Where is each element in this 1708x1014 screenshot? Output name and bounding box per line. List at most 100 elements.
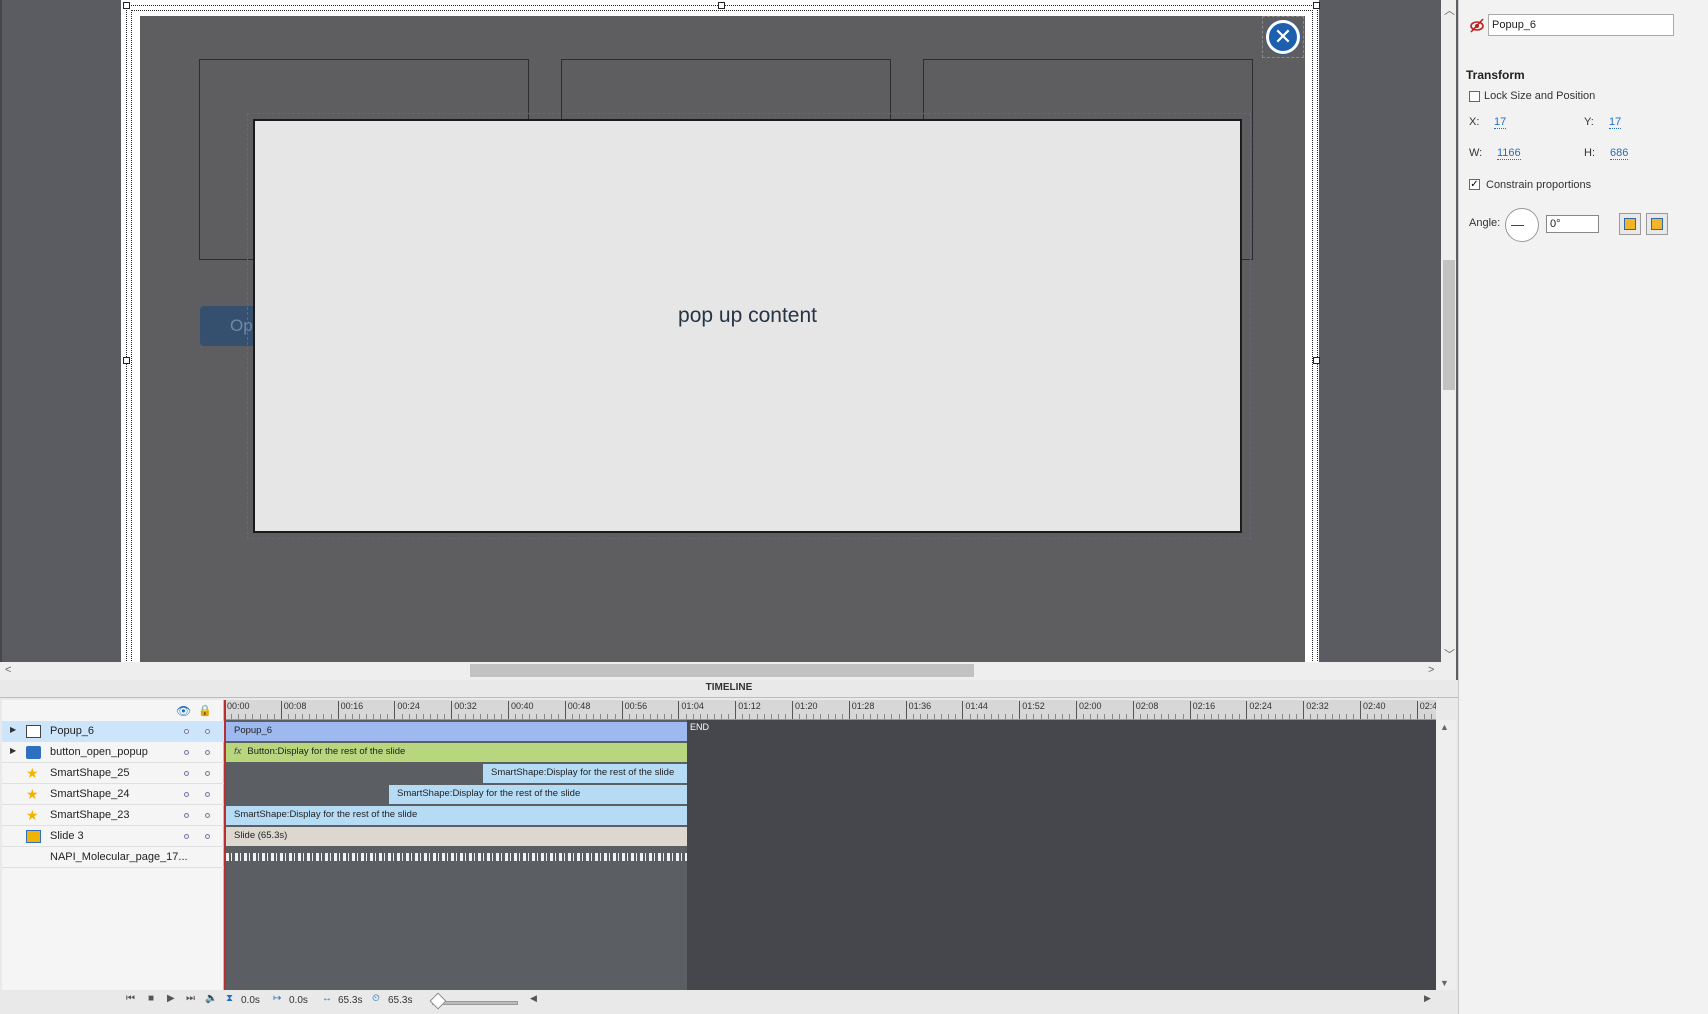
timeline-bar[interactable]: SmartShape:Display for the rest of the s…	[226, 806, 687, 825]
resize-handle-tr[interactable]	[1313, 2, 1320, 9]
angle-label: Angle:	[1469, 217, 1501, 229]
layer-row[interactable]: ▶ Popup_6	[2, 721, 224, 742]
layer-row[interactable]: ★ SmartShape_23	[2, 805, 224, 826]
ruler-minor-tick	[1431, 714, 1432, 719]
eye-icon[interactable]: 👁	[176, 704, 191, 718]
rewind-icon[interactable]: ⏮	[126, 993, 135, 1004]
w-value[interactable]: 1166	[1497, 147, 1521, 160]
ruler-minor-tick	[934, 714, 935, 719]
expand-arrow-icon[interactable]: ▶	[10, 746, 16, 755]
ruler-minor-tick	[983, 714, 985, 719]
stage-gutter	[0, 0, 2, 678]
current-time-value: 0.0s	[241, 995, 260, 1006]
y-value[interactable]: 17	[1609, 116, 1622, 129]
visibility-toggle[interactable]	[184, 834, 189, 839]
audio-icon[interactable]: 🔈	[205, 993, 217, 1004]
timeline-scroll-right-icon[interactable]: ▶	[1424, 993, 1431, 1004]
lock-toggle[interactable]	[205, 813, 210, 818]
star-icon: ★	[26, 765, 39, 781]
resize-handle-t[interactable]	[718, 2, 725, 9]
ruler-minor-tick	[948, 714, 950, 719]
audio-waveform[interactable]	[226, 853, 687, 861]
scroll-down-icon[interactable]: ﹀	[1444, 646, 1455, 662]
next-icon[interactable]: ⏭	[186, 993, 195, 1004]
layer-row[interactable]: Slide 3	[2, 826, 224, 847]
ruler-minor-tick	[721, 714, 722, 719]
ruler-minor-tick	[1054, 714, 1056, 719]
visibility-icon[interactable]	[1469, 17, 1485, 33]
timeline-vertical-scrollbar[interactable]	[1436, 720, 1456, 990]
visibility-toggle[interactable]	[184, 792, 189, 797]
flip-horizontal-button[interactable]	[1619, 213, 1641, 235]
ruler-minor-tick	[1374, 714, 1376, 719]
resize-handle-r[interactable]	[1313, 357, 1320, 364]
layer-row[interactable]: NAPI_Molecular_page_17...	[2, 847, 224, 868]
ruler-minor-tick	[1345, 714, 1347, 719]
layer-name: Slide 3	[50, 830, 84, 842]
ruler-minor-tick	[515, 714, 517, 719]
x-value[interactable]: 17	[1494, 116, 1507, 129]
scroll-up-icon[interactable]: ︿	[1444, 2, 1455, 18]
play-icon[interactable]: ▶	[167, 993, 175, 1004]
scroll-left-icon[interactable]: <	[5, 664, 11, 676]
timeline-bar[interactable]: SmartShape:Display for the rest of the s…	[389, 785, 687, 804]
duration-value: 65.3s	[338, 995, 363, 1006]
ruler-minor-tick	[1147, 714, 1148, 719]
timeline-bar[interactable]: Slide (65.3s)	[226, 827, 687, 846]
stop-icon[interactable]: ■	[148, 993, 154, 1004]
scroll-right-icon[interactable]: >	[1428, 664, 1434, 676]
lock-size-checkbox[interactable]	[1469, 91, 1480, 102]
ruler-minor-tick	[863, 714, 864, 719]
timeline-scroll-up-icon[interactable]: ▲	[1440, 722, 1449, 732]
h-value[interactable]: 686	[1610, 147, 1629, 160]
end-time-value: 65.3s	[388, 995, 413, 1006]
resize-handle-l[interactable]	[123, 357, 130, 364]
resize-handle-tl[interactable]	[123, 2, 130, 9]
ruler-minor-tick	[1274, 714, 1276, 719]
visibility-toggle[interactable]	[184, 771, 189, 776]
layer-row[interactable]: ★ SmartShape_25	[2, 763, 224, 784]
visibility-toggle[interactable]	[184, 750, 189, 755]
ruler-minor-tick	[1367, 714, 1369, 719]
timeline-playhead[interactable]	[224, 700, 226, 990]
lock-toggle[interactable]	[205, 729, 210, 734]
ruler-minor-tick	[1125, 714, 1127, 719]
timeline-scroll-left-icon[interactable]: ◀	[530, 993, 537, 1004]
angle-input[interactable]: 0°	[1546, 215, 1599, 233]
ruler-minor-tick	[742, 714, 744, 719]
ruler-minor-tick	[351, 714, 353, 719]
lock-toggle[interactable]	[205, 792, 210, 797]
duration-icon: ↔	[322, 993, 332, 1004]
layer-row[interactable]: ★ SmartShape_24	[2, 784, 224, 805]
ruler-minor-tick	[1289, 714, 1290, 719]
ruler-minor-tick	[1281, 714, 1283, 719]
fx-icon: fx	[234, 746, 242, 757]
timeline-bar[interactable]: SmartShape:Display for the rest of the s…	[483, 764, 687, 783]
lock-toggle[interactable]	[205, 771, 210, 776]
ruler-minor-tick	[472, 714, 474, 719]
lock-icon[interactable]: 🔒	[198, 704, 212, 717]
ruler-minor-tick	[671, 714, 673, 719]
layer-row[interactable]: ▶ button_open_popup	[2, 742, 224, 763]
ruler-minor-tick	[1402, 714, 1404, 719]
timeline-bar[interactable]: fx Button:Display for the rest of the sli…	[226, 743, 687, 762]
ruler-minor-tick	[884, 714, 886, 719]
ruler-minor-tick	[600, 714, 602, 719]
visibility-toggle[interactable]	[184, 729, 189, 734]
flip-vertical-button[interactable]	[1646, 213, 1668, 235]
expand-arrow-icon[interactable]: ▶	[10, 725, 16, 734]
ruler-minor-tick	[756, 714, 758, 719]
angle-dial[interactable]	[1505, 208, 1539, 242]
ruler-minor-tick	[1296, 714, 1298, 719]
lock-toggle[interactable]	[205, 834, 210, 839]
lock-toggle[interactable]	[205, 750, 210, 755]
stage-horizontal-scroll-thumb[interactable]	[470, 664, 974, 677]
transform-section-title: Transform	[1466, 68, 1525, 82]
timeline-ruler[interactable]: 00:00 00:08 00:16 00:24 00:32 00:40 00:48 00:56…	[224, 700, 1436, 720]
stage-vertical-scroll-thumb[interactable]	[1443, 260, 1455, 390]
constrain-proportions-checkbox[interactable]: ✓	[1469, 179, 1480, 190]
timeline-bar[interactable]: Popup_6	[226, 722, 687, 741]
visibility-toggle[interactable]	[184, 813, 189, 818]
timeline-scroll-down-icon[interactable]: ▼	[1440, 978, 1449, 988]
object-name-field[interactable]: Popup_6	[1488, 14, 1674, 36]
